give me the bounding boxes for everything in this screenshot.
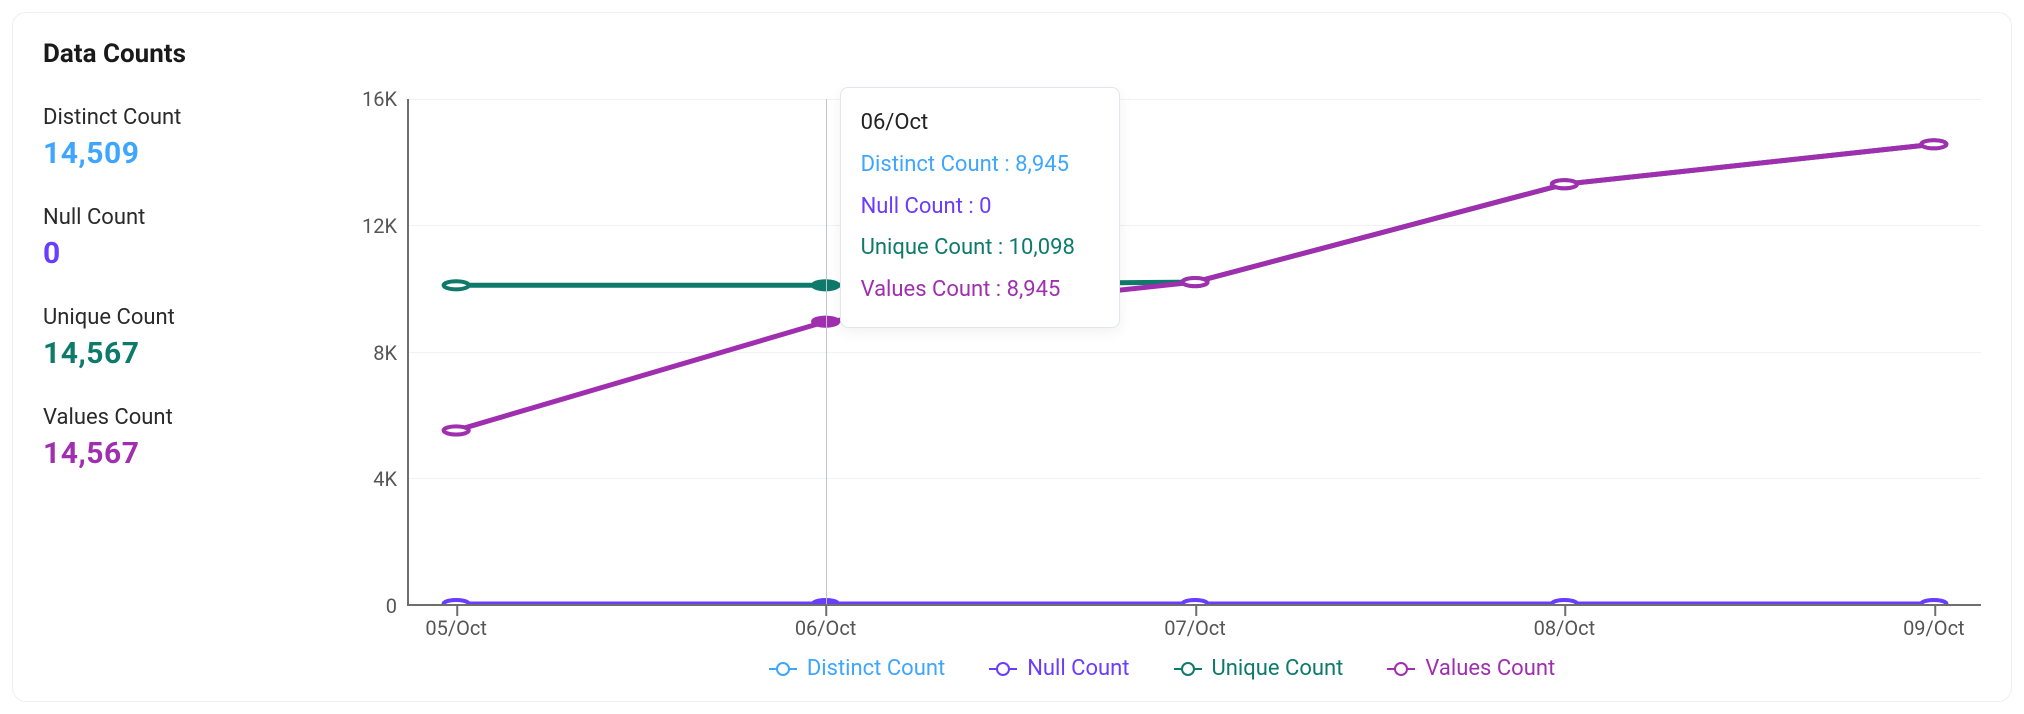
series-marker — [1552, 180, 1577, 188]
y-tick-label: 8K — [373, 341, 397, 365]
chart-legend: Distinct Count Null Count Unique Count Valu… — [343, 656, 1981, 681]
series-marker — [444, 600, 469, 604]
x-tick-label: 09/Oct — [1903, 616, 1965, 640]
x-tick-label: 05/Oct — [425, 616, 487, 640]
tooltip-row: Unique Count : 10,098 — [861, 227, 1099, 269]
legend-label: Values Count — [1425, 656, 1555, 681]
series-marker — [1921, 600, 1946, 604]
stat-values: Values Count 14,567 — [43, 405, 303, 471]
chart-markers — [409, 99, 1981, 604]
stat-values-label: Values Count — [43, 405, 303, 430]
legend-item[interactable]: Values Count — [1387, 656, 1555, 681]
legend-swatch-icon — [769, 668, 797, 670]
x-tick-label: 06/Oct — [795, 616, 857, 640]
tooltip-row: Distinct Count : 8,945 — [861, 144, 1099, 186]
legend-label: Unique Count — [1212, 656, 1344, 681]
series-marker — [1921, 140, 1946, 148]
legend-swatch-icon — [1387, 668, 1415, 670]
stat-null-label: Null Count — [43, 205, 303, 230]
hover-crosshair — [826, 99, 827, 604]
legend-label: Distinct Count — [807, 656, 945, 681]
y-tick-label: 12K — [362, 214, 397, 238]
series-marker — [1182, 600, 1207, 604]
stats-panel: Distinct Count 14,509 Null Count 0 Uniqu… — [43, 99, 303, 681]
y-tick-label: 0 — [386, 594, 397, 618]
chart-area[interactable]: 04K8K12K16K 05/Oct06/Oct07/Oct08/Oct09/O… — [343, 99, 1981, 681]
tooltip-title: 06/Oct — [861, 102, 1099, 144]
stat-unique-value: 14,567 — [43, 336, 303, 371]
y-tick-label: 16K — [362, 87, 397, 111]
stat-null: Null Count 0 — [43, 205, 303, 271]
line-chart[interactable]: 05/Oct06/Oct07/Oct08/Oct09/Oct06/OctDist… — [407, 99, 1981, 606]
legend-item[interactable]: Unique Count — [1174, 656, 1344, 681]
legend-item[interactable]: Null Count — [989, 656, 1129, 681]
legend-swatch-icon — [1174, 668, 1202, 670]
tooltip-row: Null Count : 0 — [861, 186, 1099, 228]
stat-distinct-value: 14,509 — [43, 136, 303, 171]
y-tick-label: 4K — [373, 467, 397, 491]
stat-null-value: 0 — [43, 236, 303, 271]
x-tick-label: 08/Oct — [1534, 616, 1596, 640]
stat-values-value: 14,567 — [43, 436, 303, 471]
card-title: Data Counts — [43, 39, 1981, 69]
chart-tooltip: 06/OctDistinct Count : 8,945Null Count :… — [840, 87, 1120, 328]
stat-distinct: Distinct Count 14,509 — [43, 105, 303, 171]
stat-distinct-label: Distinct Count — [43, 105, 303, 130]
plot-row: 04K8K12K16K 05/Oct06/Oct07/Oct08/Oct09/O… — [343, 99, 1981, 606]
series-marker — [1182, 278, 1207, 286]
legend-item[interactable]: Distinct Count — [769, 656, 945, 681]
legend-swatch-icon — [989, 668, 1017, 670]
series-marker — [444, 426, 469, 434]
x-tick-label: 07/Oct — [1164, 616, 1226, 640]
series-marker — [1552, 600, 1577, 604]
stat-unique-label: Unique Count — [43, 305, 303, 330]
card-body: Distinct Count 14,509 Null Count 0 Uniqu… — [43, 99, 1981, 681]
y-axis: 04K8K12K16K — [343, 99, 407, 606]
tooltip-row: Values Count : 8,945 — [861, 269, 1099, 311]
data-counts-card: Data Counts Distinct Count 14,509 Null C… — [12, 12, 2012, 702]
legend-label: Null Count — [1027, 656, 1129, 681]
stat-unique: Unique Count 14,567 — [43, 305, 303, 371]
series-marker — [444, 281, 469, 289]
